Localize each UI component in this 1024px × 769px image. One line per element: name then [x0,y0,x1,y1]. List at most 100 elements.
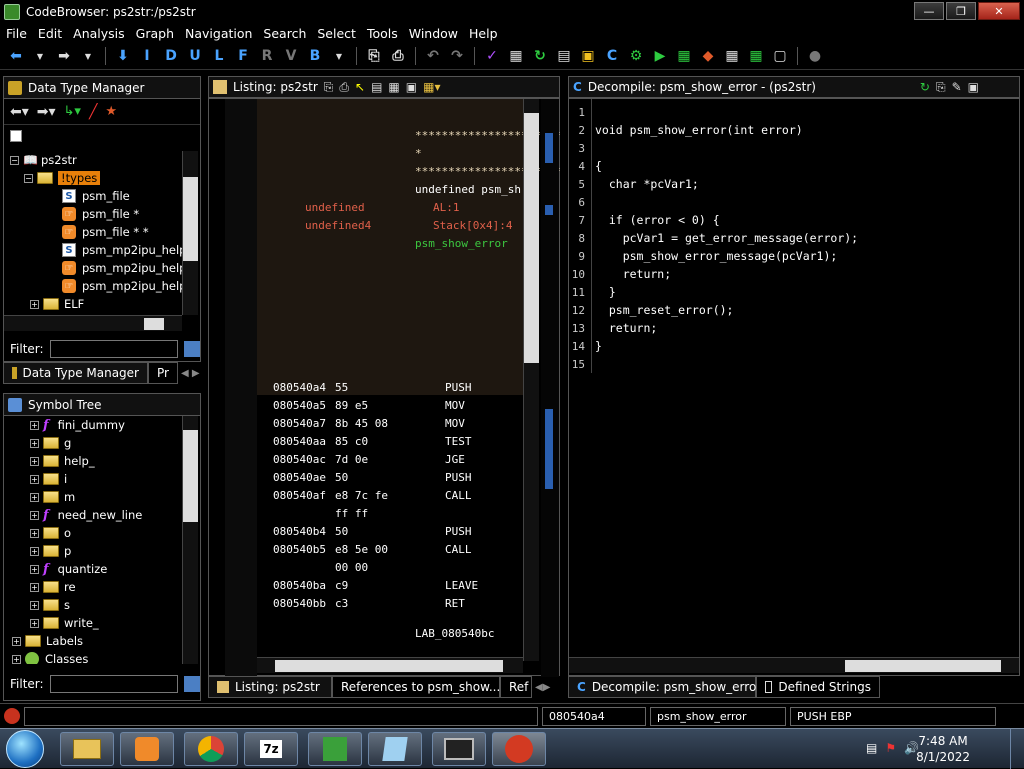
tree-node-psm-file-ptr[interactable]: ☞ psm_file * [10,205,182,223]
snapshot-icon[interactable]: ▣ [968,80,979,94]
expand-icon[interactable]: + [30,299,39,309]
expand-icon[interactable]: + [30,528,39,538]
next-label-button[interactable]: L [209,46,229,66]
menu-search[interactable]: Search [257,26,311,41]
forward-dropdown-icon[interactable]: ▼ [78,46,98,66]
tree-node-mp2ipu-helper-ptr[interactable]: ☞ psm_mp2ipu_helper [10,259,182,277]
minimize-button[interactable]: — [914,2,944,20]
listing-vertical-scrollbar[interactable] [523,99,539,661]
taskbar-ghidra[interactable] [492,732,546,766]
taskbar-notepad[interactable] [368,732,422,766]
help-balloon-icon[interactable]: ● [805,46,825,66]
symbol-tree-item[interactable]: + o [10,524,182,542]
redo-icon[interactable]: ↷ [447,46,467,66]
collapse-icon[interactable]: − [10,155,19,165]
paste-icon[interactable]: ⎙ [339,80,349,95]
decompile-line[interactable]: 4{ [571,157,602,175]
expand-icon[interactable]: + [30,564,39,574]
next-instruction-button[interactable]: I [137,46,157,66]
decompile-line[interactable]: 10 return; [571,265,671,283]
dtm-filter-icon[interactable]: ★ [105,104,117,119]
taskbar-terminal[interactable] [432,732,486,766]
start-button[interactable] [6,730,44,768]
calculator-icon[interactable]: ▦ [746,46,766,66]
bytes-view-icon[interactable]: ▦ [506,46,526,66]
decompile-c-icon[interactable]: C [602,46,622,66]
tab-program-trees[interactable]: Pr [148,362,178,384]
maximize-button[interactable]: ❐ [946,2,976,20]
function-signature[interactable]: undefined psm_sh [415,183,521,196]
menu-analysis[interactable]: Analysis [67,26,130,41]
scroll-thumb[interactable] [275,660,503,672]
symbol-tree-item[interactable]: + p [10,542,182,560]
symbol-tree-item[interactable]: + i [10,470,182,488]
dtm-cancel-icon[interactable]: ╱ [89,104,97,120]
menu-edit[interactable]: Edit [32,26,67,41]
tree-node-psm-file-ptr-ptr[interactable]: ☞ psm_file * * [10,223,182,241]
refresh-icon[interactable]: ↻ [530,46,550,66]
decompile-line[interactable]: 3 [571,139,595,157]
show-desktop-button[interactable] [1010,729,1024,769]
taskbar-chrome[interactable] [184,732,238,766]
expand-icon[interactable]: + [30,546,39,556]
tree-node-root[interactable]: − 📖 ps2str [10,151,182,169]
tab-references-2[interactable]: Ref [500,676,532,698]
listing-row[interactable]: 080540bb c3 RET [273,597,465,615]
menu-graph[interactable]: Graph [130,26,179,41]
dtm-vertical-scrollbar[interactable] [182,151,198,315]
tree-node-mp2ipu-helper[interactable]: S psm_mp2ipu_helper [10,241,182,259]
toggle-icon[interactable]: ▦ [388,80,399,94]
scroll-thumb[interactable] [183,430,198,522]
script-manager-icon[interactable]: ▦ [674,46,694,66]
dtm-arrange-icon[interactable]: ↳▾ [64,104,81,119]
decompile-line[interactable]: 9 psm_show_error_message(pcVar1); [571,247,837,265]
taskbar-app-green[interactable] [308,732,362,766]
tree-node-mp2ipu-helper-ptr2[interactable]: ☞ psm_mp2ipu_helper [10,277,182,295]
tree-node-types[interactable]: − !types [10,169,182,187]
action-center-icon[interactable]: ⚑ [885,741,896,755]
expand-icon[interactable]: + [30,420,39,430]
paste-icon[interactable]: ⎙ [388,46,408,66]
back-arrow-icon[interactable]: ⬅ [6,46,26,66]
decompile-line[interactable]: 8 pcVar1 = get_error_message(error); [571,229,858,247]
symbol-tree-item[interactable]: + g [10,434,182,452]
edit-icon[interactable]: ✎ [952,80,962,94]
dtm-filter-input[interactable] [49,340,178,358]
tab-decompile[interactable]: C Decompile: psm_show_error [568,676,761,698]
tab-scroll-arrows[interactable]: ◀▶ [532,676,550,698]
listing-row[interactable]: 080540a5 89 e5 MOV [273,399,465,417]
scroll-thumb[interactable] [524,113,539,363]
undo-icon[interactable]: ↶ [423,46,443,66]
return-type[interactable]: undefined [305,201,365,214]
symbol-tree-item[interactable]: + write_ [10,614,182,632]
tab-listing[interactable]: Listing: ps2str [208,676,332,698]
field-editor-icon[interactable]: ▤ [371,80,382,94]
expand-icon[interactable]: + [30,510,39,520]
copy-icon[interactable]: ⎘ [364,46,384,66]
cursor-select-icon[interactable]: ↖ [355,80,365,94]
bookmark-dropdown-icon[interactable]: ▼ [329,46,349,66]
collapse-icon[interactable]: − [24,173,33,183]
listing-row[interactable]: 080540b4 50 PUSH [273,525,472,543]
decompile-line[interactable]: 12 psm_reset_error(); [571,301,734,319]
tab-references[interactable]: References to psm_show... [332,676,500,698]
listing-row[interactable]: 080540a7 8b 45 08 MOV [273,417,465,435]
dtm-forward-icon[interactable]: ➡▾ [37,104,56,120]
listing-row[interactable]: 080540ae 50 PUSH [273,471,472,489]
next-function-button[interactable]: F [233,46,253,66]
listing-row[interactable]: 00 00 [273,561,445,579]
expand-icon[interactable]: + [30,582,39,592]
copy-icon[interactable]: ⎘ [324,80,334,95]
expand-icon[interactable]: + [30,474,39,484]
expand-icon[interactable]: + [30,456,39,466]
close-button[interactable]: ✕ [978,2,1020,20]
symbol-tree-item[interactable]: + m [10,488,182,506]
tab-scroll-arrows[interactable]: ◀ ▶ [178,362,200,384]
scroll-thumb[interactable] [183,177,198,261]
symbol-tree-root[interactable]: + Labels [10,632,182,650]
param-type[interactable]: undefined4 [305,219,371,232]
symbol-tree-root[interactable]: + Classes [10,650,182,664]
symtree-filter-input[interactable] [49,675,179,693]
expand-icon[interactable]: + [12,654,21,664]
collapse-all-icon[interactable] [10,130,22,142]
